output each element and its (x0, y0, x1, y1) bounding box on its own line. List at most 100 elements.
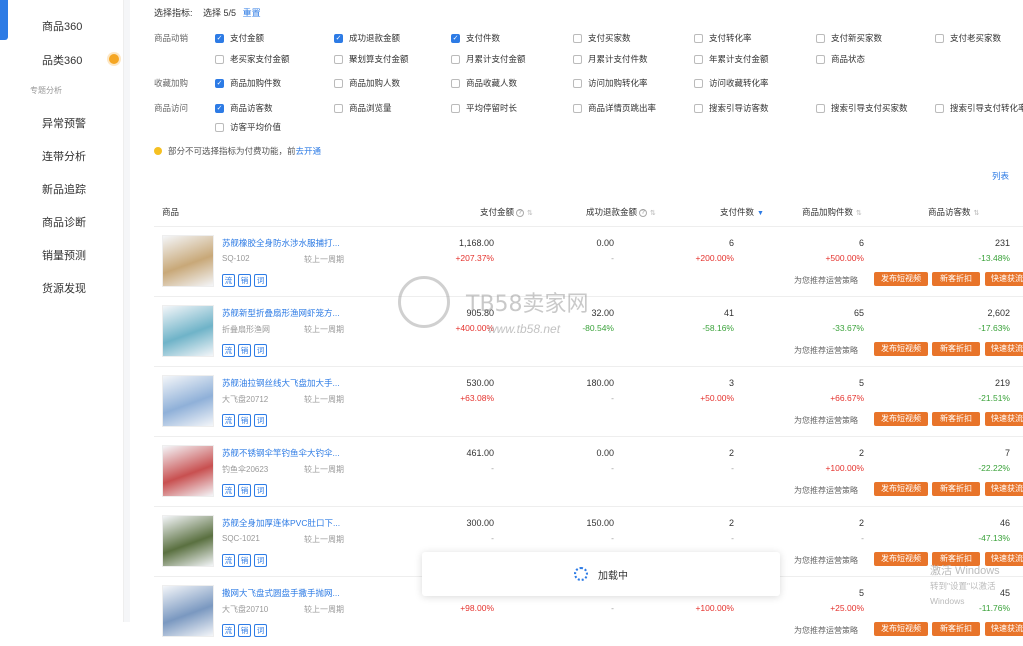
checkbox-icon[interactable] (816, 33, 825, 43)
keyword-tag[interactable]: 词 (254, 554, 267, 567)
checkbox-icon[interactable] (694, 78, 703, 88)
sales-tag[interactable]: 销 (238, 344, 251, 357)
sales-tag[interactable]: 销 (238, 484, 251, 497)
checkbox-icon[interactable]: ✓ (334, 33, 343, 43)
header-refund[interactable]: 成功退款金额? ⇅ (586, 206, 656, 218)
product-thumbnail[interactable] (162, 305, 214, 357)
flow-tag[interactable]: 流 (222, 624, 235, 637)
product-name-link[interactable]: 苏舰油拉钢丝线大飞盘加大手... (222, 377, 352, 389)
checkbox-icon[interactable] (215, 122, 224, 132)
metric-checkbox[interactable]: 搜索引导支付买家数 (816, 102, 908, 114)
checkbox-icon[interactable] (573, 78, 582, 88)
metric-checkbox[interactable]: 月累计支付件数 (573, 53, 648, 65)
checkbox-icon[interactable] (816, 103, 825, 113)
product-thumbnail[interactable] (162, 375, 214, 427)
new-customer-discount-button[interactable]: 新客折扣 (932, 272, 980, 286)
metric-checkbox[interactable]: 支付转化率 (694, 32, 752, 44)
new-customer-discount-button[interactable]: 新客折扣 (932, 342, 980, 356)
metric-checkbox[interactable]: 平均停留时长 (451, 102, 517, 114)
sidebar-item-new[interactable]: 新品追踪 (42, 181, 86, 197)
publish-video-button[interactable]: 发布短视频 (874, 342, 928, 356)
sidebar-item-category360[interactable]: 品类360 (42, 52, 82, 68)
quick-traffic-button[interactable]: 快速获流 (985, 342, 1023, 356)
list-view-toggle[interactable]: 列表 (992, 170, 1009, 182)
product-name-link[interactable]: 撒网大飞盘式圆盘手撒手抛网... (222, 587, 352, 599)
product-thumbnail[interactable] (162, 585, 214, 637)
checkbox-icon[interactable] (694, 103, 703, 113)
checkbox-icon[interactable] (573, 54, 582, 64)
checkbox-icon[interactable] (451, 54, 460, 64)
metric-checkbox[interactable]: ✓ 商品访客数 (215, 102, 273, 114)
flow-tag[interactable]: 流 (222, 554, 235, 567)
checkbox-icon[interactable] (451, 103, 460, 113)
header-visitors[interactable]: 商品访客数 ⇅ (928, 206, 979, 218)
sidebar-item-product360[interactable]: 商品360 (42, 18, 82, 34)
checkbox-icon[interactable] (451, 78, 460, 88)
checkbox-icon[interactable]: ✓ (215, 78, 224, 88)
metric-checkbox[interactable]: 支付新买家数 (816, 32, 882, 44)
keyword-tag[interactable]: 词 (254, 414, 267, 427)
product-name-link[interactable]: 苏舰不锈钢伞竿钓鱼伞大钓伞... (222, 447, 352, 459)
metric-checkbox[interactable]: 老买家支付金额 (215, 53, 290, 65)
metric-checkbox[interactable]: ✓ 商品加购件数 (215, 77, 281, 89)
new-customer-discount-button[interactable]: 新客折扣 (932, 482, 980, 496)
metric-checkbox[interactable]: 商品加购人数 (334, 77, 400, 89)
checkbox-icon[interactable]: ✓ (451, 33, 460, 43)
sidebar-item-diagnose[interactable]: 商品诊断 (42, 214, 86, 230)
product-name-link[interactable]: 苏舰橡胶全身防水涉水服捕打... (222, 237, 352, 249)
sidebar-item-anomaly[interactable]: 异常预警 (42, 115, 86, 131)
product-name-link[interactable]: 苏舰全身加厚连体PVC肚口下... (222, 517, 352, 529)
sales-tag[interactable]: 销 (238, 554, 251, 567)
checkbox-icon[interactable] (694, 33, 703, 43)
product-thumbnail[interactable] (162, 445, 214, 497)
sidebar-item-forecast[interactable]: 销量预测 (42, 247, 86, 263)
publish-video-button[interactable]: 发布短视频 (874, 412, 928, 426)
sidebar-item-joint[interactable]: 连带分析 (42, 148, 86, 164)
header-cart[interactable]: 商品加购件数 ⇅ (802, 206, 862, 218)
new-customer-discount-button[interactable]: 新客折扣 (932, 412, 980, 426)
metric-checkbox[interactable]: 年累计支付金额 (694, 53, 769, 65)
checkbox-icon[interactable] (334, 78, 343, 88)
publish-video-button[interactable]: 发布短视频 (874, 622, 928, 636)
metric-checkbox[interactable]: 搜索引导访客数 (694, 102, 769, 114)
flow-tag[interactable]: 流 (222, 414, 235, 427)
metric-checkbox[interactable]: 商品收藏人数 (451, 77, 517, 89)
sales-tag[interactable]: 销 (238, 624, 251, 637)
metric-checkbox[interactable]: 支付买家数 (573, 32, 631, 44)
publish-video-button[interactable]: 发布短视频 (874, 482, 928, 496)
product-thumbnail[interactable] (162, 235, 214, 287)
keyword-tag[interactable]: 词 (254, 274, 267, 287)
metric-checkbox[interactable]: 访客平均价值 (215, 121, 281, 133)
metric-checkbox[interactable]: 商品状态 (816, 53, 865, 65)
keyword-tag[interactable]: 词 (254, 344, 267, 357)
sales-tag[interactable]: 销 (238, 414, 251, 427)
header-pay-count[interactable]: 支付件数 ▼ (720, 206, 764, 218)
product-name-link[interactable]: 苏舰新型折叠扇形渔网虾笼方... (222, 307, 352, 319)
new-customer-discount-button[interactable]: 新客折扣 (932, 622, 980, 636)
metric-checkbox[interactable]: 访问收藏转化率 (694, 77, 769, 89)
metric-checkbox[interactable]: ✓ 支付件数 (451, 32, 500, 44)
publish-video-button[interactable]: 发布短视频 (874, 552, 928, 566)
metric-checkbox[interactable]: 访问加购转化率 (573, 77, 648, 89)
reset-link[interactable]: 重置 (243, 8, 261, 18)
checkbox-icon[interactable]: ✓ (215, 33, 224, 43)
product-thumbnail[interactable] (162, 515, 214, 567)
activate-link[interactable]: 去开通 (296, 145, 322, 157)
checkbox-icon[interactable] (573, 33, 582, 43)
flow-tag[interactable]: 流 (222, 484, 235, 497)
checkbox-icon[interactable] (573, 103, 582, 113)
checkbox-icon[interactable] (334, 54, 343, 64)
checkbox-icon[interactable] (334, 103, 343, 113)
metric-checkbox[interactable]: 月累计支付金额 (451, 53, 526, 65)
header-pay-amount[interactable]: 支付金额? ⇅ (480, 206, 533, 218)
checkbox-icon[interactable] (935, 103, 944, 113)
flow-tag[interactable]: 流 (222, 344, 235, 357)
metric-checkbox[interactable]: ✓ 支付金额 (215, 32, 264, 44)
publish-video-button[interactable]: 发布短视频 (874, 272, 928, 286)
metric-checkbox[interactable]: 商品浏览量 (334, 102, 392, 114)
metric-checkbox[interactable]: 搜索引导支付转化率 (935, 102, 1023, 114)
quick-traffic-button[interactable]: 快速获流 (985, 622, 1023, 636)
quick-traffic-button[interactable]: 快速获流 (985, 482, 1023, 496)
metric-checkbox[interactable]: 聚划算支付金额 (334, 53, 409, 65)
checkbox-icon[interactable] (816, 54, 825, 64)
